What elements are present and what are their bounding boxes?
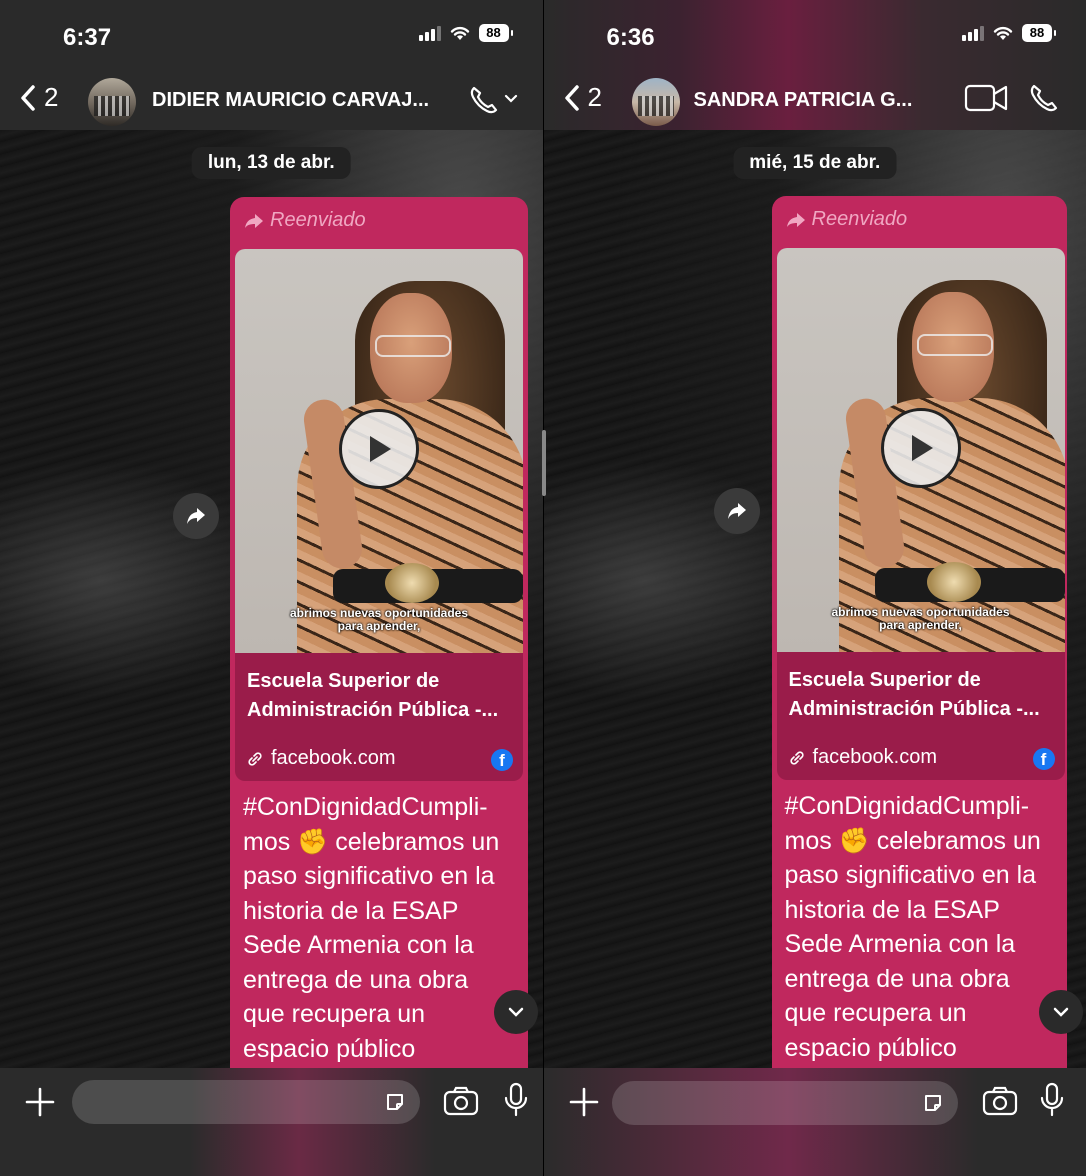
call-button[interactable] (468, 84, 520, 119)
forwarded-label: Reenviado (786, 208, 908, 231)
back-button[interactable]: 2 (562, 82, 602, 113)
contact-name[interactable]: DIDIER MAURICIO CARVAJ... (152, 89, 429, 112)
plus-icon[interactable] (566, 1084, 602, 1120)
play-icon (370, 436, 391, 462)
status-icons: 88 (418, 24, 513, 42)
play-icon (911, 435, 933, 461)
facebook-icon: f (491, 749, 513, 771)
phone-icon (1030, 84, 1057, 112)
chevron-left-icon (564, 84, 579, 111)
microphone-icon[interactable] (503, 1082, 529, 1118)
sticker-icon[interactable] (384, 1091, 406, 1113)
status-icons: 88 (962, 24, 1056, 42)
forward-button[interactable] (713, 488, 760, 534)
play-button[interactable] (880, 408, 961, 488)
status-time: 6:36 (606, 24, 655, 51)
forward-button[interactable] (173, 493, 219, 539)
battery-icon: 88 (478, 24, 513, 42)
contact-name[interactable]: SANDRA PATRICIA G... (694, 89, 913, 112)
forward-arrow-icon (245, 213, 263, 228)
wifi-icon (993, 26, 1013, 40)
scroll-to-bottom-button[interactable] (494, 990, 538, 1034)
chevron-down-icon (508, 1007, 524, 1017)
split-screenshot: 6:37 88 2 DIDIER MAURICIO CARVAJ... lun,… (0, 0, 1086, 1176)
camera-icon[interactable] (982, 1086, 1018, 1116)
link-title: Escuela Superior de Administración Públi… (788, 669, 1040, 720)
forwarded-message-bubble[interactable]: Reenviado abrimos nuevas oportunidades p… (230, 197, 528, 1097)
message-input[interactable] (72, 1080, 420, 1124)
forwarded-label: Reenviado (244, 209, 366, 232)
date-separator: mié, 15 de abr. (733, 147, 897, 179)
scroll-indicator (542, 430, 546, 496)
chevron-down-icon (1053, 1007, 1068, 1017)
link-preview-card[interactable]: abrimos nuevas oportunidades para aprend… (235, 249, 523, 781)
share-arrow-icon (727, 503, 746, 519)
link-preview-card[interactable]: abrimos nuevas oportunidades para aprend… (776, 248, 1065, 780)
forwarded-text: Reenviado (811, 208, 908, 230)
phone-icon (470, 86, 518, 114)
status-time: 6:37 (63, 24, 112, 51)
link-icon (789, 750, 804, 765)
back-unread-count: 2 (44, 82, 59, 112)
facebook-icon: f (1032, 748, 1055, 770)
battery-icon: 88 (1022, 24, 1056, 42)
video-caption: abrimos nuevas oportunidades para aprend… (831, 605, 1010, 632)
link-domain: facebook.com (247, 747, 396, 770)
message-composer (0, 1068, 543, 1176)
forwarded-text: Reenviado (270, 209, 366, 231)
date-separator: lun, 13 de abr. (191, 147, 351, 179)
scroll-to-bottom-button[interactable] (1038, 990, 1083, 1034)
sticker-icon[interactable] (922, 1092, 944, 1114)
contact-avatar[interactable] (631, 78, 680, 126)
chevron-left-icon (21, 84, 35, 111)
message-text: #ConDignidadCumpli- mos ✊ celebramos un … (243, 793, 500, 1063)
message-composer (543, 1068, 1086, 1176)
camera-icon[interactable] (443, 1086, 479, 1116)
video-thumbnail[interactable]: abrimos nuevas oportunidades para aprend… (235, 249, 523, 653)
signal-icon (418, 25, 441, 41)
link-domain: facebook.com (789, 746, 938, 769)
message-text: #ConDignidadCumpli- mos ✊ celebramos un … (784, 792, 1041, 1062)
forwarded-message-bubble[interactable]: Reenviado abrimos nuevas oportunidades p… (771, 196, 1067, 1096)
video-camera-icon (964, 84, 1007, 112)
back-unread-count: 2 (587, 82, 602, 112)
call-button[interactable] (1028, 82, 1062, 119)
wifi-icon (450, 26, 469, 40)
chat-screen-left: 6:37 88 2 DIDIER MAURICIO CARVAJ... lun,… (0, 0, 543, 1176)
back-button[interactable]: 2 (18, 82, 58, 113)
microphone-icon[interactable] (1039, 1082, 1065, 1118)
video-thumbnail[interactable]: abrimos nuevas oportunidades para aprend… (776, 248, 1065, 652)
chat-header: 6:37 88 2 DIDIER MAURICIO CARVAJ... (0, 0, 543, 130)
video-call-button[interactable] (964, 82, 1010, 119)
plus-icon[interactable] (22, 1084, 58, 1120)
message-input[interactable] (611, 1081, 958, 1125)
play-button[interactable] (339, 409, 419, 489)
chat-screen-right: 6:36 88 2 SANDRA PATRICIA G... mié, 15 d… (542, 0, 1086, 1176)
link-icon (248, 751, 262, 766)
link-domain-text: facebook.com (271, 747, 396, 769)
chat-header: 6:36 88 2 SANDRA PATRICIA G... (543, 0, 1086, 130)
video-caption: abrimos nuevas oportunidades para aprend… (289, 606, 469, 633)
forward-arrow-icon (786, 212, 805, 227)
contact-avatar[interactable] (88, 78, 136, 126)
link-title: Escuela Superior de Administración Públi… (247, 670, 499, 721)
signal-icon (962, 25, 984, 41)
share-arrow-icon (187, 508, 205, 524)
link-domain-text: facebook.com (812, 746, 938, 768)
